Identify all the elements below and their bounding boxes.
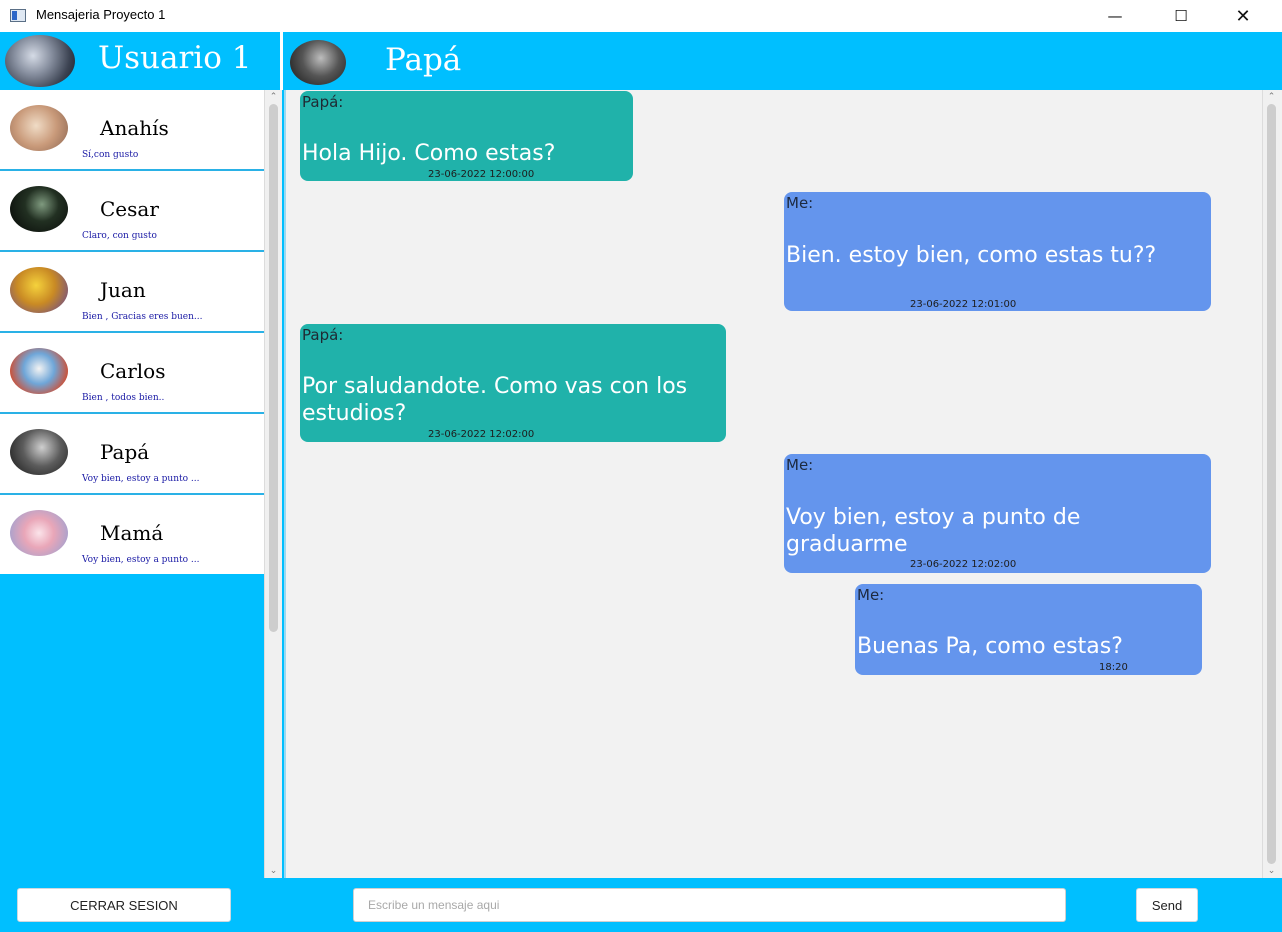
title-bar: Mensajeria Proyecto 1 — ☐ ✕ (0, 0, 1282, 32)
scroll-up-arrow-icon[interactable]: ⌃ (265, 90, 282, 104)
header-divider (280, 32, 283, 90)
chat-header: Usuario 1 Papá (0, 32, 1282, 90)
window-title: Mensajeria Proyecto 1 (36, 7, 166, 22)
chat-item-name: Mamá (100, 521, 164, 545)
message-bubble-outgoing: Me: Voy bien, estoy a punto de graduarme… (784, 454, 1211, 573)
chat-list-scrollbar[interactable]: ⌃ ⌄ (264, 90, 282, 878)
conversation-scrollbar[interactable]: ⌃ ⌄ (1262, 90, 1280, 878)
message-input[interactable] (353, 888, 1066, 922)
chat-item-name: Carlos (100, 359, 166, 383)
scroll-down-arrow-icon[interactable]: ⌄ (1263, 864, 1280, 878)
message-bubble-outgoing: Me: Buenas Pa, como estas? 18:20 (855, 584, 1202, 675)
chat-item-papa[interactable]: Papá Voy bien, estoy a punto ... (0, 414, 264, 495)
chat-item-last-message: Claro, con gusto (82, 231, 157, 241)
message-timestamp: 18:20 (1099, 662, 1128, 673)
user-avatar (5, 35, 75, 87)
scroll-up-arrow-icon[interactable]: ⌃ (1263, 90, 1280, 104)
active-contact-name: Papá (385, 42, 462, 78)
chat-item-name: Juan (100, 278, 146, 302)
chat-item-cesar[interactable]: Cesar Claro, con gusto (0, 171, 264, 252)
chat-item-last-message: Bien , Gracias eres buen... (82, 312, 203, 322)
message-sender: Me: (857, 586, 885, 604)
app-window-icon (10, 9, 26, 22)
chat-item-last-message: Voy bien, estoy a punto ... (82, 474, 200, 484)
message-text: Por saludandote. Como vas con los estudi… (302, 374, 688, 426)
minimize-icon[interactable]: — (1092, 0, 1138, 32)
chat-item-name: Cesar (100, 197, 159, 221)
message-sender: Papá: (302, 326, 344, 344)
chat-item-carlos[interactable]: Carlos Bien , todos bien.. (0, 333, 264, 414)
bottom-bar: CERRAR SESION Send (0, 878, 1282, 932)
message-sender: Papá: (302, 93, 344, 111)
chat-item-anahis[interactable]: Anahís Sí,con gusto (0, 90, 264, 171)
message-timestamp: 23-06-2022 12:01:00 (910, 299, 1017, 310)
chat-list-panel: Anahís Sí,con gusto Cesar Claro, con gus… (0, 90, 284, 878)
chat-item-juan[interactable]: Juan Bien , Gracias eres buen... (0, 252, 264, 333)
message-bubble-incoming: Papá: Por saludandote. Como vas con los … (300, 324, 726, 442)
chat-item-name: Anahís (100, 116, 169, 140)
message-text: Voy bien, estoy a punto de graduarme (786, 505, 1081, 557)
chat-list-scroll-thumb[interactable] (269, 104, 278, 632)
chat-item-last-message: Voy bien, estoy a punto ... (82, 555, 200, 565)
chat-item-last-message: Bien , todos bien.. (82, 393, 165, 403)
chat-item-mama[interactable]: Mamá Voy bien, estoy a punto ... (0, 495, 264, 574)
maximize-icon[interactable]: ☐ (1158, 0, 1204, 32)
message-sender: Me: (786, 456, 814, 474)
message-timestamp: 23-06-2022 12:02:00 (910, 559, 1017, 570)
chat-item-name: Papá (100, 440, 150, 464)
message-bubble-outgoing: Me: Bien. estoy bien, como estas tu?? 23… (784, 192, 1211, 311)
scroll-down-arrow-icon[interactable]: ⌄ (265, 864, 282, 878)
message-timestamp: 23-06-2022 12:00:00 (428, 169, 535, 180)
conversation-area: Papá: Hola Hijo. Como estas? 23-06-2022 … (284, 90, 1282, 878)
message-sender: Me: (786, 194, 814, 212)
send-button[interactable]: Send (1136, 888, 1198, 922)
message-text: Bien. estoy bien, como estas tu?? (786, 243, 1157, 268)
message-text: Hola Hijo. Como estas? (302, 141, 556, 166)
contact-avatar (290, 40, 346, 85)
message-timestamp: 23-06-2022 12:02:00 (428, 429, 535, 440)
message-bubble-incoming: Papá: Hola Hijo. Como estas? 23-06-2022 … (300, 91, 633, 181)
chat-item-last-message: Sí,con gusto (82, 150, 139, 160)
message-text: Buenas Pa, como estas? (857, 634, 1123, 659)
conversation-scroll-thumb[interactable] (1267, 104, 1276, 864)
user-name: Usuario 1 (98, 40, 252, 76)
close-icon[interactable]: ✕ (1220, 0, 1266, 32)
logout-button[interactable]: CERRAR SESION (17, 888, 231, 922)
